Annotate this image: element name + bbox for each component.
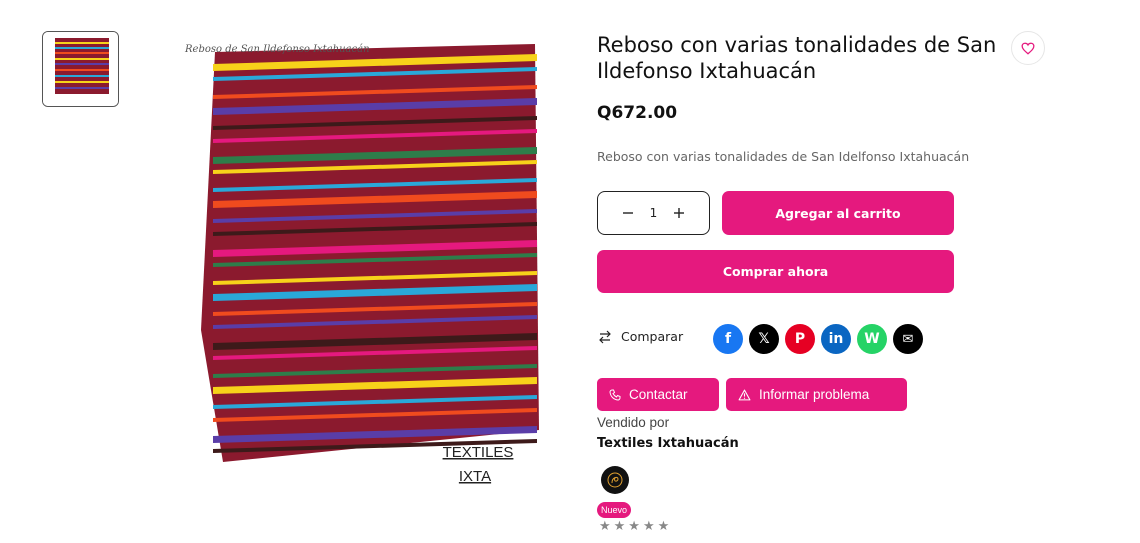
compare-label: Comparar [621,329,684,344]
x-icon[interactable]: 𝕏 [749,324,779,354]
compare-arrows-icon [599,330,611,343]
add-to-cart-button[interactable]: Agregar al carrito [722,191,954,235]
contact-button[interactable]: Contactar [597,378,719,411]
report-problem-button[interactable]: Informar problema [726,378,907,411]
warning-icon [738,389,751,400]
thumbnail-image [43,32,118,106]
rebozo-textile [201,44,539,462]
buy-now-button[interactable]: Comprar ahora [597,250,954,293]
image-caption: Reboso de San Ildefonso Ixtahuacán [184,44,370,55]
report-label: Informar problema [759,387,870,402]
heart-icon [1021,42,1035,55]
phone-icon [609,389,621,401]
rating-stars: ★★★★★ [599,519,673,534]
watermark-line-2: IXTA [459,468,491,485]
plus-icon[interactable] [671,205,687,221]
product-price: Q672.00 [597,103,678,123]
product-main-image[interactable]: Reboso de San Ildefonso Ixtahuacán TEXTI… [183,30,543,500]
contact-label: Contactar [629,387,688,402]
sold-by-label: Vendido por [597,415,670,430]
new-badge: Nuevo [597,502,632,518]
product-thumbnail[interactable] [42,31,119,107]
watermark-line-1: TEXTILES [443,444,514,461]
minus-icon[interactable] [620,205,636,221]
seller-name[interactable]: Textiles Ixtahuacán [597,436,739,451]
quantity-value[interactable]: 1 [650,206,658,220]
product-title: Reboso con varias tonalidades de San Ild… [597,33,997,83]
quantity-stepper[interactable]: 1 [597,191,710,235]
facebook-icon[interactable]: f [713,324,743,354]
linkedin-icon[interactable]: in [821,324,851,354]
seller-logo-mark [607,472,623,488]
favorite-button[interactable] [1011,31,1045,65]
compare-link[interactable]: Comparar [597,329,683,344]
product-description: Reboso con varias tonalidades de San Ide… [597,149,970,164]
seller-logo[interactable] [601,466,629,494]
email-icon[interactable]: ✉ [893,324,923,354]
share-buttons: f 𝕏 P in W ✉ [713,324,923,354]
whatsapp-icon[interactable]: W [857,324,887,354]
pinterest-icon[interactable]: P [785,324,815,354]
